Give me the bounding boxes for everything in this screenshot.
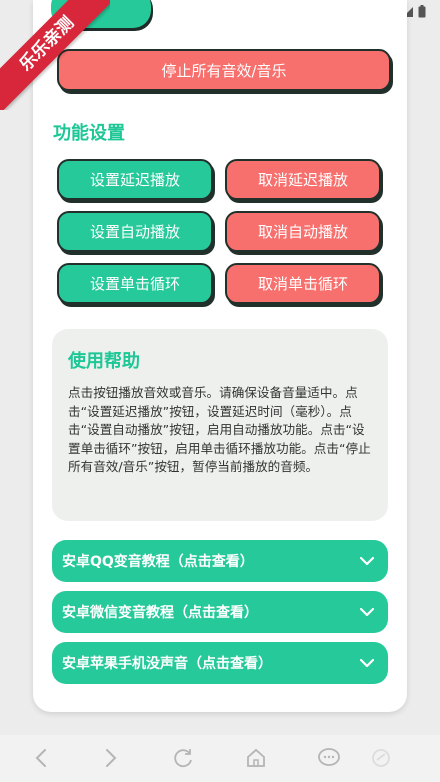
home-button[interactable] (243, 745, 269, 771)
refresh-button[interactable] (170, 745, 196, 771)
refresh-icon (174, 749, 192, 768)
tutorial-label: 安卓QQ变音教程（点击查看） (62, 554, 254, 570)
chat-icon (318, 748, 340, 766)
forward-button[interactable] (98, 745, 124, 771)
share-icon (372, 749, 390, 767)
forward-icon (106, 749, 117, 767)
back-icon (35, 749, 46, 767)
chat-button[interactable] (316, 745, 342, 771)
tutorial-qq-voice-change[interactable]: 安卓QQ变音教程（点击查看） (52, 540, 388, 582)
back-button[interactable] (28, 745, 54, 771)
home-icon (247, 748, 265, 767)
tutorial-phone-no-sound[interactable]: 安卓苹果手机没声音（点击查看） (52, 642, 388, 684)
cancel-click-loop-button[interactable]: 取消单击循环 (225, 263, 381, 304)
tutorial-label: 安卓苹果手机没声音（点击查看） (62, 656, 272, 672)
share-button[interactable] (368, 745, 394, 771)
help-title: 使用帮助 (68, 351, 140, 372)
watermark-text: 乐乐亲测 (0, 0, 110, 110)
cancel-auto-play-button[interactable]: 取消自动播放 (225, 211, 381, 252)
settings-section-title: 功能设置 (53, 123, 125, 144)
set-delay-play-button[interactable]: 设置延迟播放 (57, 159, 213, 200)
chevron-down-icon (359, 607, 375, 617)
help-text: 点击按钮播放音效或音乐。请确保设备音量适中。点击“设置延迟播放”按钮，设置延迟时… (68, 385, 371, 474)
chevron-down-icon (359, 658, 375, 668)
chevron-down-icon (359, 556, 375, 566)
set-click-loop-button[interactable]: 设置单击循环 (57, 263, 213, 304)
set-auto-play-button[interactable]: 设置自动播放 (57, 211, 213, 252)
browser-nav-bar (0, 735, 440, 782)
cancel-delay-play-button[interactable]: 取消延迟播放 (225, 159, 381, 200)
tutorial-wechat-voice-change[interactable]: 安卓微信变音教程（点击查看） (52, 591, 388, 633)
battery-icon (418, 5, 426, 18)
help-panel: 使用帮助 点击按钮播放音效或音乐。请确保设备音量适中。点击“设置延迟播放”按钮，… (52, 329, 388, 521)
tutorial-label: 安卓微信变音教程（点击查看） (62, 605, 258, 621)
watermark-ribbon: 乐乐亲测 (0, 0, 110, 110)
